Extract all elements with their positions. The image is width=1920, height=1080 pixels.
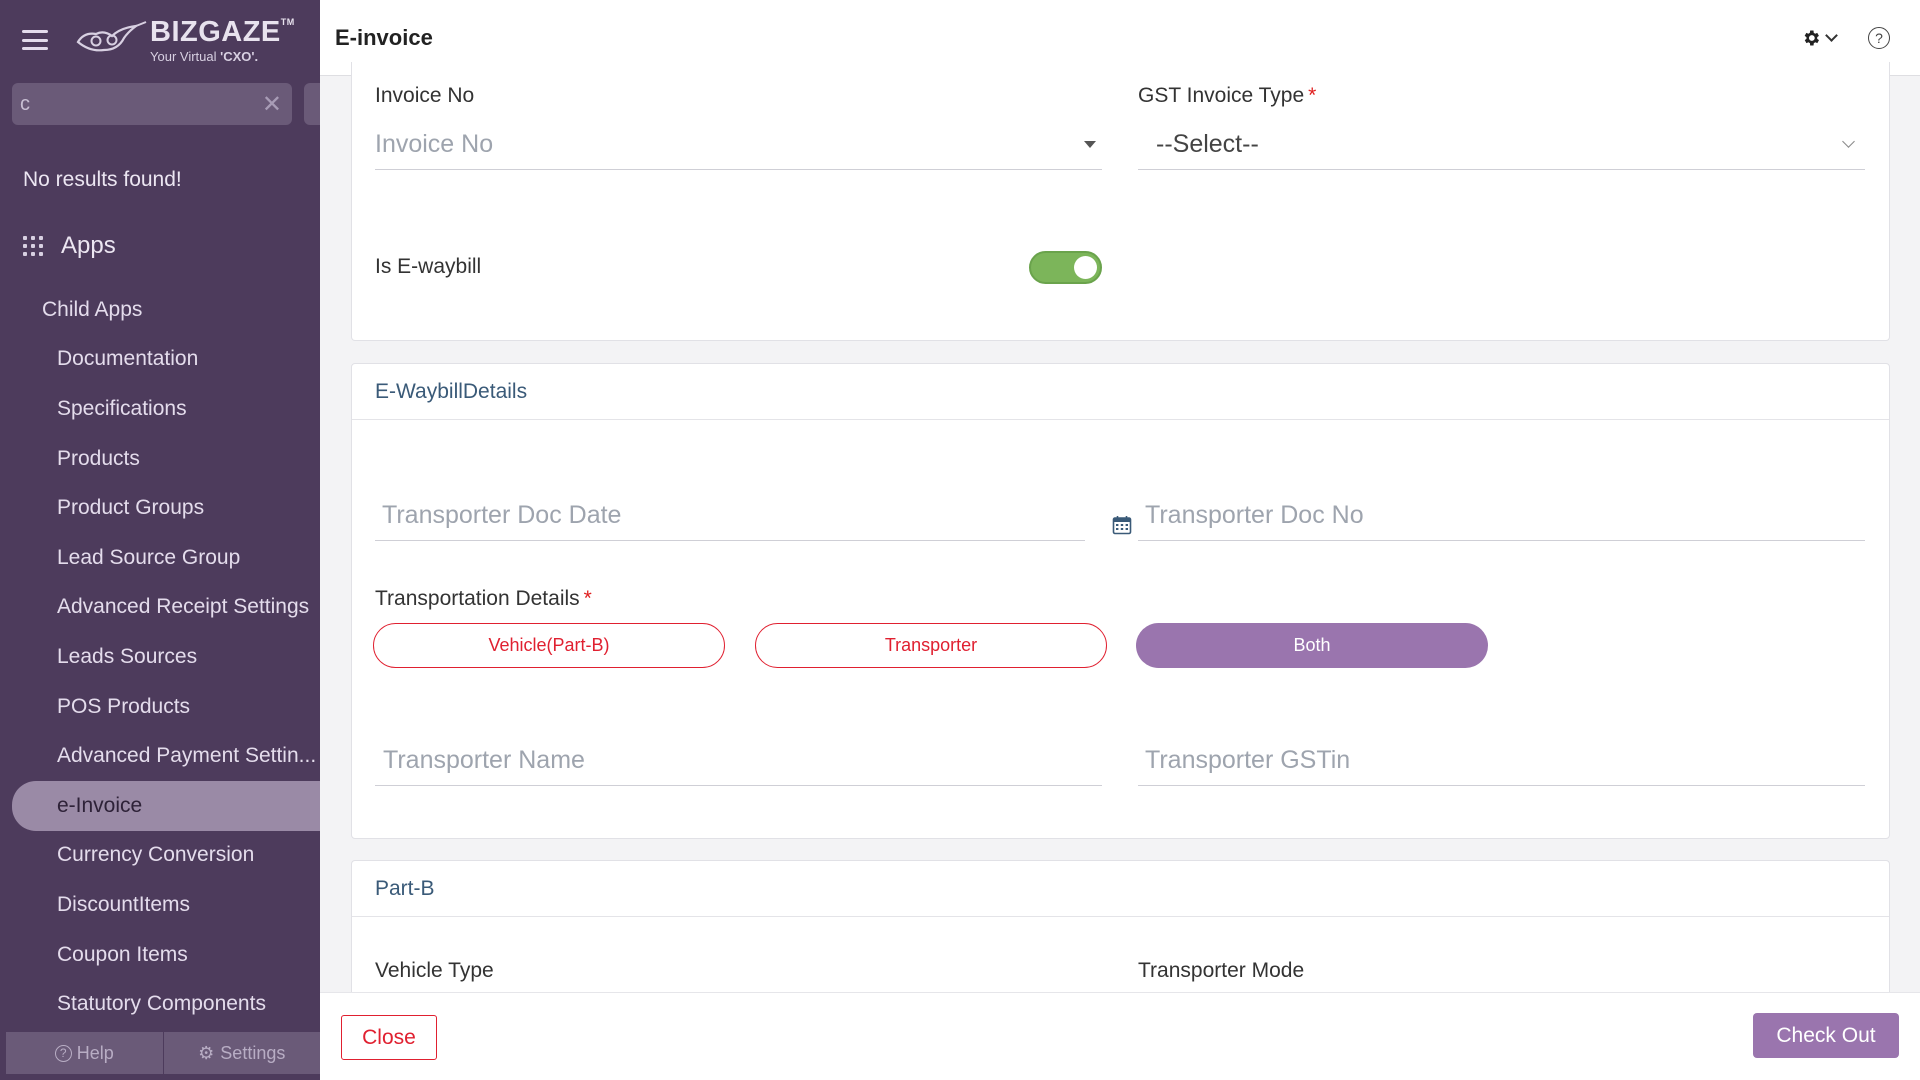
sidebar-item-leads-sources[interactable]: Leads Sources — [0, 632, 320, 682]
sidebar-header: BIZGAZETM Your Virtual 'CXO'. — [0, 0, 320, 80]
option-both[interactable]: Both — [1136, 623, 1488, 668]
is-ewaybill-toggle[interactable] — [1029, 251, 1102, 284]
sidebar-item-discount-items[interactable]: DiscountItems — [0, 880, 320, 930]
transporter-doc-no-field[interactable]: Transporter Doc No — [1138, 491, 1865, 541]
transporter-name-placeholder: Transporter Name — [383, 746, 585, 774]
help-button[interactable]: ? Help — [6, 1032, 163, 1074]
caret-down-icon — [1084, 141, 1096, 148]
sidebar-item-currency-conversion[interactable]: Currency Conversion — [0, 831, 320, 881]
invoice-no-placeholder: Invoice No — [375, 130, 494, 158]
transporter-mode-label: Transporter Mode — [1138, 959, 1305, 982]
ewaybill-details-section: E-WaybillDetails Transporter Doc Date Tr… — [351, 363, 1890, 839]
gear-icon: ⚙ — [198, 1042, 215, 1063]
part-b-section-title: Part-B — [352, 861, 1889, 917]
ewaybill-section-title: E-WaybillDetails — [352, 364, 1889, 420]
menu-icon[interactable] — [22, 30, 48, 50]
transportation-details-label: Transportation Details * — [375, 587, 592, 610]
sidebar-search: ✕ — [12, 83, 292, 125]
search-side-panel[interactable] — [304, 83, 320, 125]
sidebar-item-products[interactable]: Products — [0, 434, 320, 484]
gst-invoice-type-select[interactable]: --Select-- — [1138, 120, 1865, 170]
transporter-gstin-field[interactable]: Transporter GSTin — [1138, 736, 1865, 786]
sidebar-item-statutory-components[interactable]: Statutory Components — [0, 979, 320, 1029]
invoice-section: Invoice No Invoice No GST Invoice Type * … — [351, 62, 1890, 341]
e-invoice-panel: E-invoice ? Invoice No Invoice No GST In… — [320, 0, 1920, 1080]
vehicle-type-label: Vehicle Type — [375, 959, 494, 982]
sidebar-footer: ? Help ⚙ Settings — [6, 1032, 320, 1074]
transporter-doc-no-placeholder: Transporter Doc No — [1145, 501, 1364, 529]
sidebar-item-advanced-payment-settings[interactable]: Advanced Payment Settin... — [0, 731, 320, 781]
settings-label: Settings — [220, 1042, 286, 1063]
sidebar-item-specifications[interactable]: Specifications — [0, 384, 320, 434]
close-button[interactable]: Close — [341, 1015, 437, 1060]
option-transporter[interactable]: Transporter — [755, 623, 1107, 668]
sidebar-item-coupon-items[interactable]: Coupon Items — [0, 930, 320, 980]
sidebar-item-e-invoice[interactable]: e-Invoice — [12, 780, 320, 831]
sidebar-item-documentation[interactable]: Documentation — [0, 335, 320, 385]
settings-button[interactable]: ⚙ Settings — [162, 1032, 321, 1074]
transporter-name-field[interactable]: Transporter Name — [375, 736, 1102, 786]
clear-icon[interactable]: ✕ — [262, 90, 282, 119]
page-title: E-invoice — [335, 24, 433, 50]
apps-heading[interactable]: Apps — [23, 232, 116, 260]
sidebar-item-pos-products[interactable]: POS Products — [0, 682, 320, 732]
gst-invoice-type-value: --Select-- — [1156, 130, 1259, 158]
option-vehicle-part-b[interactable]: Vehicle(Part-B) — [373, 623, 725, 668]
owl-logo-icon — [76, 21, 147, 52]
calendar-icon[interactable] — [1112, 515, 1132, 535]
sidebar-app-list: Child Apps Documentation Specifications … — [0, 285, 320, 1029]
invoice-no-label: Invoice No — [375, 84, 475, 107]
transporter-gstin-placeholder: Transporter GSTin — [1145, 746, 1351, 774]
logo[interactable]: BIZGAZETM Your Virtual 'CXO'. — [74, 15, 295, 64]
gear-icon — [1804, 30, 1819, 45]
sidebar-item-lead-source-group[interactable]: Lead Source Group — [0, 533, 320, 583]
chevron-down-icon — [1825, 29, 1838, 42]
search-input[interactable] — [20, 92, 240, 116]
sidebar-item-product-groups[interactable]: Product Groups — [0, 483, 320, 533]
no-results-text: No results found! — [23, 168, 182, 191]
settings-dropdown[interactable] — [1801, 28, 1838, 48]
chevron-down-icon — [1842, 135, 1855, 148]
transporter-doc-date-placeholder: Transporter Doc Date — [382, 501, 622, 529]
sidebar: BIZGAZETM Your Virtual 'CXO'. ✕ No resul… — [0, 0, 320, 1080]
sidebar-item-child-apps[interactable]: Child Apps — [0, 285, 320, 335]
help-circle-icon: ? — [54, 1044, 72, 1062]
invoice-no-select[interactable]: Invoice No — [375, 120, 1102, 170]
is-ewaybill-label: Is E-waybill — [375, 255, 482, 278]
help-label: Help — [76, 1042, 114, 1063]
brand-tagline: Your Virtual 'CXO'. — [150, 48, 259, 64]
help-icon[interactable]: ? — [1868, 26, 1890, 49]
gst-invoice-type-label: GST Invoice Type * — [1138, 84, 1317, 107]
brand-name: BIZGAZETM — [150, 15, 295, 48]
apps-label: Apps — [61, 232, 116, 259]
sidebar-item-advanced-receipt-settings[interactable]: Advanced Receipt Settings — [0, 583, 320, 633]
panel-footer: Close Check Out — [320, 992, 1920, 1080]
apps-grid-icon — [23, 236, 43, 256]
check-out-button[interactable]: Check Out — [1753, 1013, 1899, 1058]
transporter-doc-date-field[interactable]: Transporter Doc Date — [375, 491, 1085, 541]
